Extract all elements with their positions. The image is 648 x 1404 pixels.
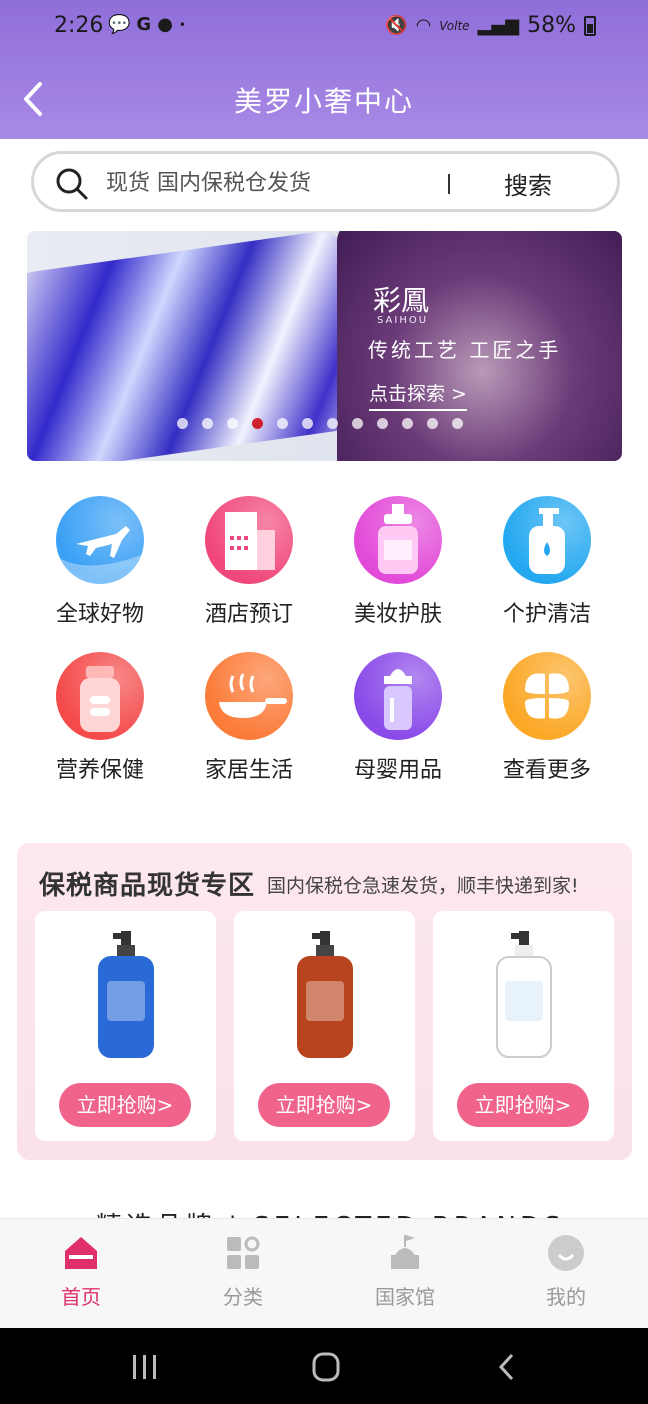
battery-icon xyxy=(584,15,596,36)
section-subtitle: 国内保税仓急速发货，顺丰快递到家! xyxy=(267,875,579,897)
system-nav-bar xyxy=(0,1328,648,1404)
pan-icon xyxy=(205,652,293,740)
tab-label: 首页 xyxy=(61,1285,101,1309)
tab-label: 国家馆 xyxy=(375,1285,435,1309)
page-title: 美罗小奢中心 xyxy=(233,85,414,118)
category-label: 营养保健 xyxy=(55,758,144,783)
tab-label: 我的 xyxy=(546,1285,586,1309)
volte-icon: Volte xyxy=(439,18,470,33)
app-header: 2:26 💬 G ● • 🔇 ◠ Volte ▂▄▆ 58% 美罗小奢中心 xyxy=(0,0,648,139)
status-bar: 2:26 💬 G ● • 🔇 ◠ Volte ▂▄▆ 58% xyxy=(0,0,648,54)
section-title: 保税商品现货专区 xyxy=(39,871,256,901)
tab-pavilion[interactable]: 国家馆 xyxy=(345,1233,465,1310)
pavilion-icon xyxy=(385,1233,425,1273)
category-item[interactable]: 母婴用品 xyxy=(323,652,473,784)
carousel-dot[interactable] xyxy=(352,418,363,429)
search-bar[interactable]: 搜索 xyxy=(31,151,620,212)
category-item[interactable]: 个护清洁 xyxy=(472,496,622,628)
product-image xyxy=(489,931,559,1061)
buy-now-button[interactable]: 立即抢购> xyxy=(258,1083,390,1127)
carousel-dot[interactable] xyxy=(252,418,263,429)
carousel-dot[interactable] xyxy=(202,418,213,429)
banner-slogan: 传统工艺 工匠之手 xyxy=(368,338,562,362)
buy-now-button[interactable]: 立即抢购> xyxy=(457,1083,589,1127)
category-icon xyxy=(223,1233,263,1273)
back-nav-icon[interactable] xyxy=(488,1352,528,1382)
wifi-icon: ◠ xyxy=(415,14,432,36)
category-item[interactable]: 美妆护肤 xyxy=(323,496,473,628)
recent-apps-icon[interactable] xyxy=(125,1352,165,1382)
carousel-dot[interactable] xyxy=(402,418,413,429)
category-label: 酒店预订 xyxy=(204,602,293,627)
category-item[interactable]: 酒店预订 xyxy=(174,496,324,628)
carousel-dot[interactable] xyxy=(327,418,338,429)
product-image xyxy=(290,931,360,1061)
carousel-dot[interactable] xyxy=(302,418,313,429)
tab-label: 分类 xyxy=(223,1285,263,1309)
bonded-goods-section: 保税商品现货专区 国内保税仓急速发货，顺丰快递到家! 立即抢购> 立即抢购> 立即抢… xyxy=(17,843,632,1160)
product-image xyxy=(91,931,161,1061)
cosmetics-icon xyxy=(354,496,442,584)
category-item[interactable]: 全球好物 xyxy=(25,496,175,628)
wechat-icon: ● xyxy=(157,14,173,35)
home-icon xyxy=(61,1233,101,1273)
banner-brand: 彩鳳 xyxy=(373,284,430,317)
banner-explore-link[interactable]: 点击探索 > xyxy=(369,379,467,411)
baby-bottle-icon xyxy=(354,652,442,740)
search-divider xyxy=(448,174,450,194)
search-input[interactable] xyxy=(106,168,446,198)
talk-icon: 💬 xyxy=(108,14,131,35)
carousel-dot[interactable] xyxy=(277,418,288,429)
profile-icon xyxy=(546,1233,586,1273)
product-card[interactable]: 立即抢购> xyxy=(234,911,415,1141)
google-icon: G xyxy=(136,14,152,35)
hotel-icon xyxy=(205,496,293,584)
more-grid-icon xyxy=(503,652,591,740)
tab-home[interactable]: 首页 xyxy=(21,1233,141,1310)
tab-profile[interactable]: 我的 xyxy=(506,1233,626,1310)
bottom-tab-bar: 首页 分类 国家馆 我的 xyxy=(0,1218,648,1328)
dot-icon: • xyxy=(178,18,186,32)
carousel-dot[interactable] xyxy=(227,418,238,429)
carousel-dot[interactable] xyxy=(427,418,438,429)
buy-now-button[interactable]: 立即抢购> xyxy=(59,1083,191,1127)
status-right: 🔇 ◠ Volte ▂▄▆ 58% xyxy=(385,13,596,38)
category-label: 美妆护肤 xyxy=(353,602,442,627)
search-button[interactable]: 搜索 xyxy=(504,166,552,201)
status-left-icons: 💬 G ● • xyxy=(108,14,186,36)
product-card[interactable]: 立即抢购> xyxy=(35,911,216,1141)
category-item[interactable]: 家居生活 xyxy=(174,652,324,784)
carousel-dot[interactable] xyxy=(177,418,188,429)
airplane-icon xyxy=(56,496,144,584)
banner-brand-sub: SAIHOU xyxy=(377,315,429,326)
battery-percent: 58% xyxy=(527,13,576,38)
category-label: 个护清洁 xyxy=(502,602,591,627)
search-icon xyxy=(56,168,88,200)
category-label: 母婴用品 xyxy=(353,758,442,783)
pump-bottle-icon xyxy=(503,496,591,584)
signal-icon: ▂▄▆ xyxy=(477,14,520,36)
promo-banner[interactable]: 彩鳳 SAIHOU 传统工艺 工匠之手 点击探索 > xyxy=(27,231,622,461)
category-item[interactable]: 营养保健 xyxy=(25,652,175,784)
category-label: 查看更多 xyxy=(502,758,591,783)
carousel-dot[interactable] xyxy=(377,418,388,429)
tab-category[interactable]: 分类 xyxy=(183,1233,303,1310)
status-time: 2:26 xyxy=(54,13,104,38)
category-label: 全球好物 xyxy=(55,602,144,627)
category-item[interactable]: 查看更多 xyxy=(472,652,622,784)
carousel-dots xyxy=(177,418,463,429)
carousel-dot[interactable] xyxy=(452,418,463,429)
product-card[interactable]: 立即抢购> xyxy=(433,911,614,1141)
home-nav-icon[interactable] xyxy=(306,1352,346,1382)
mute-icon: 🔇 xyxy=(385,14,408,36)
category-label: 家居生活 xyxy=(204,758,293,783)
supplement-icon xyxy=(56,652,144,740)
